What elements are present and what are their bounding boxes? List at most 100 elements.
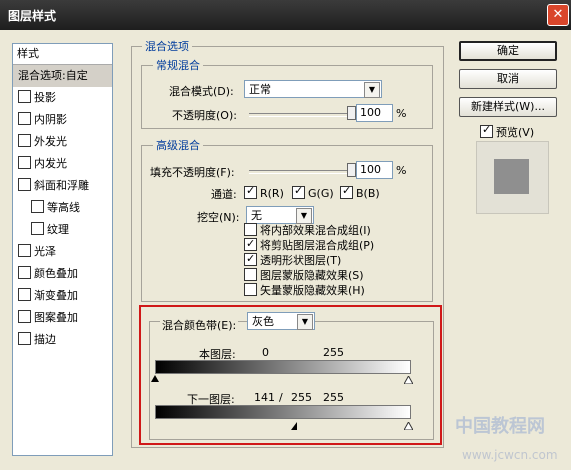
- advanced-option[interactable]: 将内部效果混合成组(I): [244, 223, 374, 238]
- channel-r[interactable]: R(R): [244, 184, 284, 200]
- channel-r-label: R(R): [260, 187, 284, 200]
- knockout-select[interactable]: 无 ▼: [246, 206, 314, 224]
- style-item-label: 混合选项:自定: [18, 69, 88, 82]
- style-item[interactable]: 颜色叠加: [13, 263, 112, 285]
- blend-options-legend: 混合选项: [142, 38, 192, 54]
- style-item-checkbox[interactable]: [18, 244, 31, 257]
- close-button[interactable]: ✕: [547, 4, 569, 26]
- window-title: 图层样式: [8, 9, 57, 23]
- channels-label: 通道:: [211, 188, 237, 201]
- opacity-slider-track[interactable]: [249, 113, 351, 117]
- channel-g[interactable]: G(G): [292, 184, 334, 200]
- style-item-label: 描边: [34, 333, 56, 346]
- preview-toggle[interactable]: 预览(V): [480, 123, 535, 140]
- advanced-option[interactable]: 图层蒙版隐藏效果(S): [244, 268, 374, 283]
- watermark-text: 中国教程网: [455, 416, 545, 437]
- channel-r-checkbox[interactable]: [244, 184, 257, 199]
- knockout-value: 无: [251, 209, 262, 222]
- advanced-option-label: 图层蒙版隐藏效果(S): [260, 269, 364, 282]
- style-item[interactable]: 混合选项:自定: [13, 65, 112, 87]
- style-item[interactable]: 斜面和浮雕: [13, 175, 112, 197]
- channel-g-label: G(G): [308, 187, 334, 200]
- fill-opacity-input[interactable]: 100: [356, 161, 393, 179]
- style-item-label: 等高线: [47, 201, 80, 214]
- style-item-checkbox[interactable]: [18, 332, 31, 345]
- fill-opacity-unit: %: [396, 164, 407, 177]
- style-item-label: 光泽: [34, 245, 56, 258]
- style-item-checkbox[interactable]: [31, 200, 44, 213]
- style-item-label: 渐变叠加: [34, 289, 78, 302]
- new-style-label: 新建样式(W)...: [471, 100, 545, 113]
- preview-swatch: [494, 159, 529, 194]
- opacity-slider-thumb[interactable]: [347, 106, 356, 120]
- fill-opacity-slider-thumb[interactable]: [347, 163, 356, 177]
- style-item-checkbox[interactable]: [31, 222, 44, 235]
- opacity-unit: %: [396, 107, 407, 120]
- preview-checkbox[interactable]: [480, 123, 493, 138]
- style-item-label: 斜面和浮雕: [34, 179, 89, 192]
- watermark-url: www.jcwcn.com: [462, 448, 558, 462]
- advanced-option[interactable]: 矢量蒙版隐藏效果(H): [244, 283, 374, 298]
- ok-button[interactable]: 确定: [459, 41, 557, 61]
- style-item-checkbox[interactable]: [18, 156, 31, 169]
- advanced-option-checkbox[interactable]: [244, 283, 257, 296]
- fill-opacity-slider-track[interactable]: [249, 170, 351, 174]
- styles-header: 样式: [13, 44, 112, 65]
- advanced-option-checkbox[interactable]: [244, 251, 257, 266]
- advanced-option-label: 将剪贴图层混合成组(P): [260, 239, 375, 252]
- style-item[interactable]: 投影: [13, 87, 112, 109]
- knockout-label: 挖空(N):: [197, 211, 240, 224]
- chevron-down-icon: ▼: [296, 208, 312, 224]
- opacity-input[interactable]: 100: [356, 104, 393, 122]
- channel-b-checkbox[interactable]: [340, 184, 353, 199]
- preview-label: 预览(V): [496, 126, 535, 139]
- style-item-checkbox[interactable]: [18, 310, 31, 323]
- style-item[interactable]: 纹理: [13, 219, 112, 241]
- style-item-checkbox[interactable]: [18, 288, 31, 301]
- style-item-label: 内发光: [34, 157, 67, 170]
- style-item[interactable]: 内阴影: [13, 109, 112, 131]
- advanced-option-label: 矢量蒙版隐藏效果(H): [260, 284, 365, 297]
- style-preview: [476, 141, 549, 214]
- style-item[interactable]: 外发光: [13, 131, 112, 153]
- cancel-label: 取消: [497, 72, 519, 85]
- style-item[interactable]: 光泽: [13, 241, 112, 263]
- channel-b[interactable]: B(B): [340, 184, 380, 200]
- advanced-option-checkbox[interactable]: [244, 236, 257, 251]
- style-item-label: 颜色叠加: [34, 267, 78, 280]
- advanced-option-label: 将内部效果混合成组(I): [260, 224, 371, 237]
- title-bar: 图层样式 ✕: [0, 0, 571, 30]
- advanced-option-label: 透明形状图层(T): [260, 254, 342, 267]
- advanced-option[interactable]: 透明形状图层(T): [244, 251, 374, 268]
- style-item-label: 图案叠加: [34, 311, 78, 324]
- blend-mode-select[interactable]: 正常 ▼: [244, 80, 382, 98]
- new-style-button[interactable]: 新建样式(W)...: [459, 97, 557, 117]
- cancel-button[interactable]: 取消: [459, 69, 557, 89]
- style-item-checkbox[interactable]: [18, 90, 31, 103]
- style-item-label: 内阴影: [34, 113, 67, 126]
- advanced-option-checkbox[interactable]: [244, 223, 257, 236]
- style-item[interactable]: 内发光: [13, 153, 112, 175]
- style-item-checkbox[interactable]: [18, 178, 31, 191]
- style-item[interactable]: 描边: [13, 329, 112, 351]
- opacity-value: 100: [360, 106, 381, 119]
- style-item-checkbox[interactable]: [18, 266, 31, 279]
- style-item[interactable]: 图案叠加: [13, 307, 112, 329]
- fill-opacity-value: 100: [360, 163, 381, 176]
- style-item[interactable]: 等高线: [13, 197, 112, 219]
- blend-mode-value: 正常: [249, 83, 271, 96]
- style-item-checkbox[interactable]: [18, 112, 31, 125]
- close-icon: ✕: [552, 7, 564, 22]
- advanced-option[interactable]: 将剪贴图层混合成组(P): [244, 236, 375, 253]
- fill-opacity-label: 填充不透明度(F):: [150, 166, 235, 179]
- style-item-checkbox[interactable]: [18, 134, 31, 147]
- advanced-option-checkbox[interactable]: [244, 268, 257, 281]
- style-item[interactable]: 渐变叠加: [13, 285, 112, 307]
- ok-label: 确定: [497, 44, 519, 57]
- highlight-box: [139, 305, 442, 445]
- chevron-down-icon: ▼: [364, 82, 380, 98]
- advanced-options-list: 将内部效果混合成组(I) 将剪贴图层混合成组(P) 透明形状图层(T) 图层蒙版隐藏效…: [244, 223, 374, 298]
- channel-g-checkbox[interactable]: [292, 184, 305, 199]
- channel-b-label: B(B): [356, 187, 380, 200]
- style-item-label: 投影: [34, 91, 56, 104]
